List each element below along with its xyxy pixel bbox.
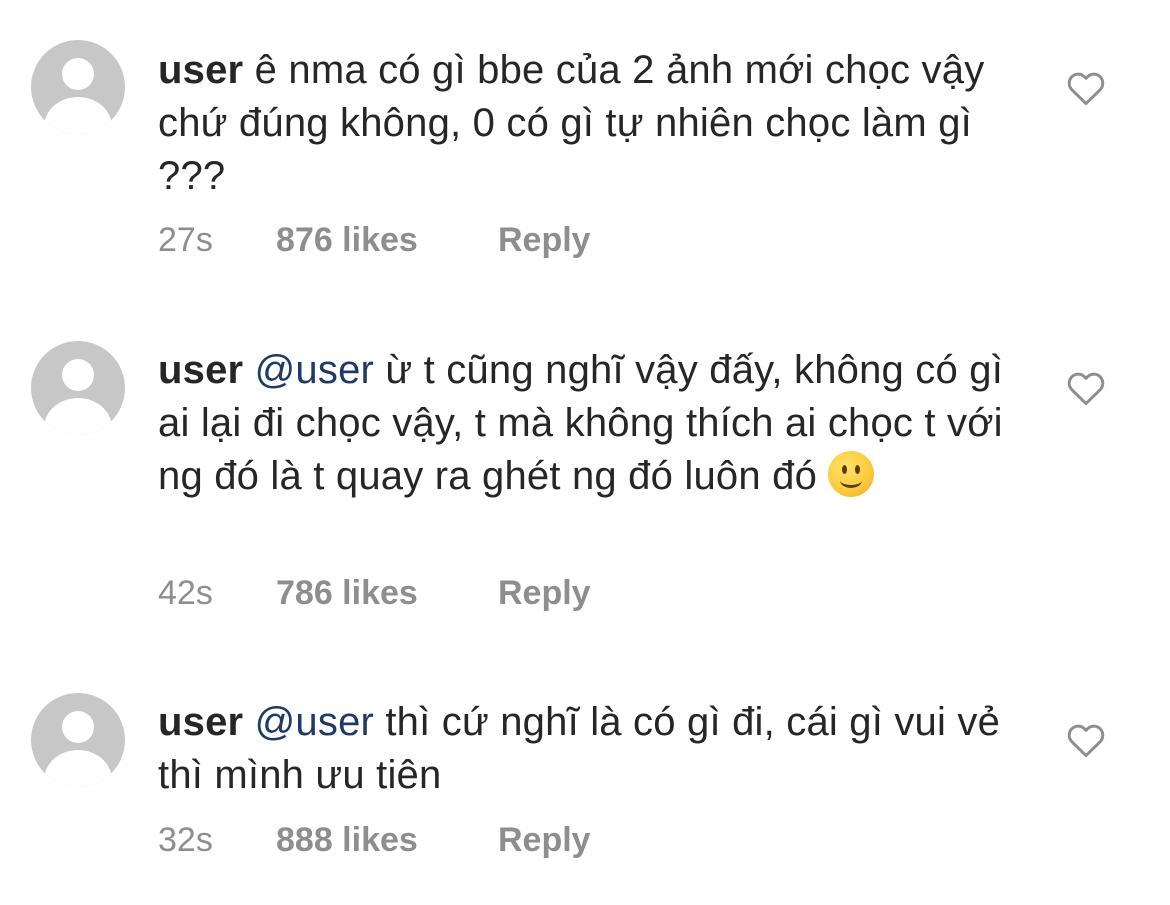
reply-button[interactable]: Reply bbox=[498, 820, 591, 860]
heart-outline-icon[interactable] bbox=[1066, 70, 1106, 106]
username[interactable]: user bbox=[158, 700, 243, 744]
likes-count[interactable]: 888 likes bbox=[276, 820, 498, 860]
reply-button[interactable]: Reply bbox=[498, 573, 591, 613]
username[interactable]: user bbox=[158, 48, 243, 92]
smiling-face-emoji-icon bbox=[828, 451, 875, 497]
default-avatar-icon[interactable] bbox=[31, 693, 125, 787]
heart-outline-icon[interactable] bbox=[1066, 370, 1106, 406]
default-avatar-icon[interactable] bbox=[31, 40, 125, 134]
mention-link[interactable]: @user bbox=[255, 348, 374, 392]
comment-body: ê nma có gì bbe của 2 ảnh mới chọc vậy c… bbox=[158, 48, 985, 198]
default-avatar-icon[interactable] bbox=[31, 341, 125, 435]
comment-text: user @user thì cứ nghĩ là có gì đi, cái … bbox=[158, 696, 1038, 802]
likes-count[interactable]: 786 likes bbox=[276, 573, 498, 613]
comment-meta: 42s 786 likes Reply bbox=[158, 573, 591, 613]
likes-count[interactable]: 876 likes bbox=[276, 220, 498, 260]
username[interactable]: user bbox=[158, 348, 243, 392]
mention-link[interactable]: @user bbox=[255, 700, 374, 744]
heart-outline-icon[interactable] bbox=[1066, 722, 1106, 758]
comment-meta: 32s 888 likes Reply bbox=[158, 820, 591, 860]
comment-time: 32s bbox=[158, 821, 213, 859]
comment-text: user ê nma có gì bbe của 2 ảnh mới chọc … bbox=[158, 44, 1038, 203]
comment-text: user @user ừ t cũng nghĩ vậy đấy, không … bbox=[158, 344, 1038, 503]
comment-meta: 27s 876 likes Reply bbox=[158, 220, 591, 260]
comment-time: 27s bbox=[158, 221, 213, 259]
reply-button[interactable]: Reply bbox=[498, 220, 591, 260]
comment-time: 42s bbox=[158, 574, 213, 612]
